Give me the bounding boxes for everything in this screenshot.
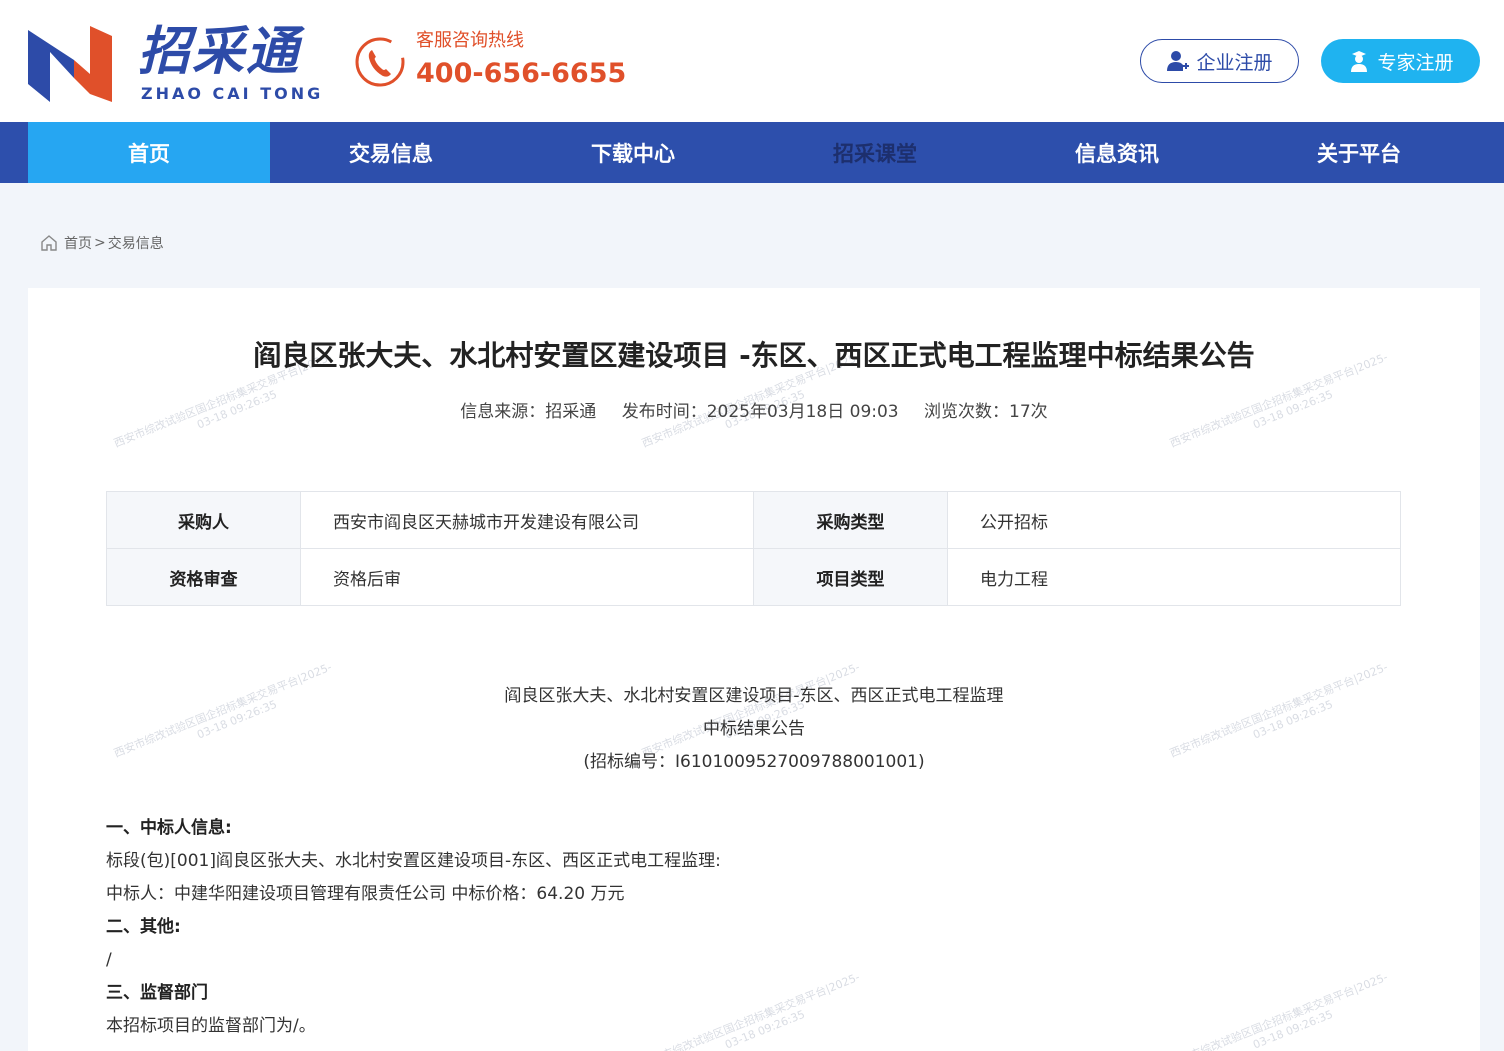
doc-tender-number: (招标编号：I6101009527009788001001) (583, 752, 925, 772)
article-publish-time: 发布时间：2025年03月18日 09:03 (621, 402, 899, 422)
doc-paragraph: 中标人：中建华阳建设项目管理有限责任公司 中标价格：64.20 万元 (106, 884, 625, 904)
logo-mark-icon[interactable] (28, 22, 112, 102)
doc-heading: 阎良区张大夫、水北村安置区建设项目-东区、西区正式电工程监理 (504, 686, 1004, 706)
expert-register-button[interactable]: 专家注册 (1321, 39, 1480, 83)
doc-paragraph: 本招标项目的监督部门为/。 (106, 1016, 316, 1036)
doc-paragraph: / (106, 950, 112, 970)
breadcrumb: 首页 > 交易信息 (40, 232, 164, 254)
user-add-icon (1167, 51, 1190, 71)
article-views: 浏览次数：17次 (924, 402, 1048, 422)
logo-subtext: ZHAO CAI TONG (141, 84, 324, 103)
article-meta: 信息来源：招采通 发布时间：2025年03月18日 09:03 浏览次数：17次 (28, 400, 1480, 424)
main-nav: 首页 交易信息 下载中心 招采课堂 信息资讯 关于平台 (0, 122, 1504, 183)
watermark: 西安市综改试验区国企招标集采交易平台|2025- 03-18 09:26:35 (1168, 970, 1390, 1051)
nav-item-transactions[interactable]: 交易信息 (270, 122, 512, 183)
nav-item-classroom[interactable]: 招采课堂 (754, 122, 996, 183)
qualification-value: 资格后审 (300, 548, 754, 606)
breadcrumb-separator: > (94, 235, 106, 251)
home-icon (41, 235, 57, 251)
doc-section-heading: 三、监督部门 (106, 983, 208, 1003)
purchase-type-value: 公开招标 (947, 491, 1401, 549)
doc-subheading: 中标结果公告 (703, 719, 805, 739)
doc-section-heading: 一、中标人信息: (106, 818, 232, 838)
nav-item-home[interactable]: 首页 (28, 122, 270, 183)
nav-item-news[interactable]: 信息资讯 (996, 122, 1238, 183)
phone-icon (355, 37, 405, 87)
breadcrumb-home-link[interactable]: 首页 (64, 233, 92, 253)
project-type-value: 电力工程 (947, 548, 1401, 606)
company-register-button[interactable]: 企业注册 (1140, 39, 1299, 83)
qualification-label: 资格审查 (106, 548, 301, 606)
purchaser-label: 采购人 (106, 491, 301, 549)
article-card: 西安市综改试验区国企招标集采交易平台|2025- 03-18 09:26:35 西… (28, 288, 1480, 1051)
site-header: 招采通 ZHAO CAI TONG 客服咨询热线 400-656-6655 企业… (0, 0, 1504, 122)
table-row: 资格审查 资格后审 项目类型 电力工程 (106, 548, 1401, 606)
logo-text[interactable]: 招采通 (138, 24, 300, 80)
hotline-number: 400-656-6655 (416, 58, 627, 89)
project-type-label: 项目类型 (753, 548, 948, 606)
nav-item-about[interactable]: 关于平台 (1238, 122, 1480, 183)
company-register-label: 企业注册 (1196, 51, 1273, 74)
purchaser-value: 西安市阎良区天赫城市开发建设有限公司 (300, 491, 754, 549)
breadcrumb-current-link[interactable]: 交易信息 (108, 233, 164, 253)
info-table: 采购人 西安市阎良区天赫城市开发建设有限公司 采购类型 公开招标 资格审查 资格… (106, 491, 1401, 606)
nav-item-downloads[interactable]: 下载中心 (512, 122, 754, 183)
article-title: 阎良区张大夫、水北村安置区建设项目 -东区、西区正式电工程监理中标结果公告 (253, 339, 1255, 372)
article-source: 信息来源：招采通 (460, 402, 597, 422)
watermark: 西安市综改试验区国企招标集采交易平台|2025- 03-18 09:26:35 (640, 970, 862, 1051)
purchase-type-label: 采购类型 (753, 491, 948, 549)
doc-paragraph: 标段(包)[001]阎良区张大夫、水北村安置区建设项目-东区、西区正式电工程监理… (106, 851, 721, 871)
expert-register-label: 专家注册 (1377, 51, 1454, 74)
doc-section-heading: 二、其他: (106, 917, 181, 937)
hotline-label: 客服咨询热线 (416, 30, 524, 51)
table-row: 采购人 西安市阎良区天赫城市开发建设有限公司 采购类型 公开招标 (106, 491, 1401, 549)
expert-icon (1351, 51, 1368, 72)
